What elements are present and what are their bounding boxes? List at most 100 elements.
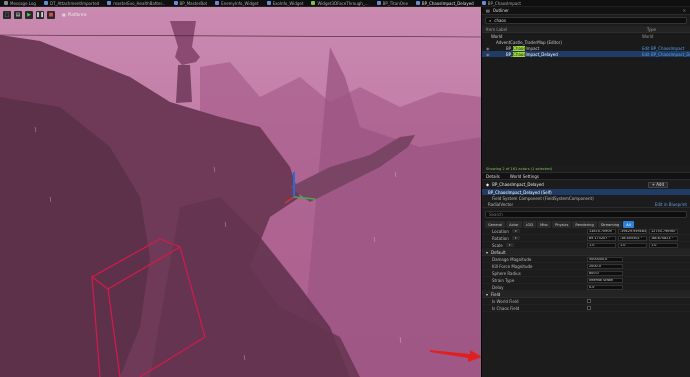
outliner-row[interactable]: ◉ BP_ChaosImpact_Delayed Edit BP_ChaosImpa… (482, 51, 690, 57)
blueprint-icon (4, 1, 8, 5)
editor-tab[interactable]: ExoInfo_Widget (263, 0, 308, 7)
outliner-row-label: BP_ChaosImpact (491, 45, 642, 51)
editor-tab[interactable]: masterExo_HealthBatter... (103, 0, 169, 7)
filter-tab-all[interactable]: All (623, 221, 634, 228)
close-icon[interactable]: ✕ (683, 8, 686, 13)
outliner-column-header: Item Label Type (482, 26, 690, 33)
filter-tab-actor[interactable]: Actor (506, 221, 522, 228)
field-section-header[interactable]: ▾ Field (482, 291, 690, 298)
editor-tab[interactable]: BP_MasterBot (170, 0, 212, 7)
filter-tab-rendering[interactable]: Rendering (572, 221, 597, 228)
property-row: Sphere Radius 800.0 (482, 270, 690, 277)
transform-row: Scale ▾ 1.0 1.0 1.0 (482, 242, 690, 249)
level-viewport[interactable]: ⬚ ▤ ▶ ❚❚ ■ ▦ Platforms (0, 7, 481, 377)
content-icon[interactable]: ▤ (14, 10, 22, 19)
editor-tab[interactable]: BP_ChaosImpact_Delayed (412, 0, 478, 7)
transform-value-field[interactable]: 89.175207 ° (587, 235, 616, 241)
editor-tab-label: ExoInfo_Widget (272, 0, 304, 6)
editor-tab[interactable]: BP_ChaosImpact (478, 0, 525, 7)
search-highlight: Chaos (513, 51, 526, 57)
edit-in-blueprint-link[interactable]: Edit in Blueprint (655, 202, 687, 207)
property-label: Delay (492, 284, 504, 290)
pause-icon[interactable]: ❚❚ (36, 10, 44, 19)
editor-tab[interactable]: Widget3DFaceThrough_... (307, 0, 372, 7)
outliner-list: World World AdventCastle_TraderMap (Editor… (482, 33, 690, 166)
actor-header: ◆ BP_ChaosImpact_Delayed + Add (482, 180, 690, 189)
blueprint-icon (43, 1, 48, 5)
outliner-row[interactable]: World World (482, 33, 690, 39)
transform-label: Location ▾ (482, 229, 587, 234)
property-value-field[interactable]: 800.0 (587, 270, 623, 276)
filter-tab-physics[interactable]: Physics (552, 221, 572, 228)
tab-world-settings[interactable]: World Settings (510, 174, 539, 179)
outliner-title: Outliner (492, 8, 509, 13)
transform-values: 13874.70909 -39429.959483 12750.790987 (587, 228, 678, 234)
outliner-row-type[interactable]: Edit BP_ChaosImpact (642, 46, 690, 51)
transform-value-field[interactable]: -38.405502 ° (618, 235, 647, 241)
actor-name: BP_ChaosImpact_Delayed (492, 182, 544, 187)
filter-tab-streaming[interactable]: Streaming (597, 221, 623, 228)
editor-tab[interactable]: BP_TitanOne (373, 0, 412, 7)
dropdown-icon[interactable]: ▾ (505, 243, 514, 247)
transform-tool-icon[interactable]: ⬚ (3, 10, 11, 19)
dropdown-icon[interactable]: ▾ (511, 229, 520, 233)
property-row: Kill Force Magnitude 2000.0 (482, 263, 690, 270)
property-row: Is World Field (482, 298, 690, 305)
editor-tab[interactable]: DT_AttachmentImported (40, 0, 103, 7)
filter-tab-lod[interactable]: LOD (522, 221, 537, 228)
transform-value-field[interactable]: -88.670823 ° (649, 235, 678, 241)
property-value-field[interactable]: 0.0 (587, 284, 623, 290)
blueprint-icon (481, 1, 486, 5)
transform-value-field[interactable]: -39429.959483 (618, 228, 647, 234)
filter-tab-misc[interactable]: Misc (537, 221, 552, 228)
details-search-input[interactable]: Search (485, 211, 687, 218)
scene-render (0, 7, 481, 377)
filter-tab-general[interactable]: General (485, 221, 506, 228)
transform-value-field[interactable]: 1.0 (587, 242, 616, 248)
transform-value-field[interactable]: 12750.790987 (649, 228, 678, 234)
platforms-button[interactable]: ▦ Platforms (62, 12, 87, 17)
transform-label-text: Location (492, 228, 509, 234)
property-value-field[interactable]: 5000000.0 (587, 256, 623, 262)
stop-icon[interactable]: ■ (47, 10, 55, 19)
property-value-field[interactable]: Internal Strain (587, 277, 623, 283)
editor-tab-bar: Message Log DT_AttachmentImported masterEx… (0, 0, 690, 7)
add-component-button[interactable]: + Add (647, 181, 668, 188)
transform-value-field[interactable]: 1.0 (618, 242, 647, 248)
outliner-search-input[interactable]: ⌕ chaos (485, 17, 687, 24)
component-radial-row[interactable]: RadialVector Edit in Blueprint (482, 201, 690, 208)
field-props: Is World Field Is Chaos Field (482, 298, 690, 312)
blueprint-icon (107, 1, 112, 5)
outliner-row-label: BP_ChaosImpact_Delayed (491, 51, 642, 57)
outliner-row[interactable]: ◉ BP_ChaosImpact Edit BP_ChaosImpact (482, 45, 690, 51)
checkbox[interactable] (587, 306, 591, 310)
actor-icon: ◆ (486, 182, 490, 187)
transform-values: 89.175207 ° -38.405502 ° -88.670823 ° (587, 235, 678, 241)
editor-tab[interactable]: EnemyInfo_Widget (211, 0, 262, 7)
property-label: Sphere Radius (492, 270, 521, 276)
property-label: Damage Magnitude (492, 256, 532, 262)
property-label: Strain Type (492, 277, 515, 283)
blueprint-icon (173, 1, 178, 5)
blueprint-icon (266, 1, 271, 5)
checkbox[interactable] (587, 299, 591, 303)
platforms-icon: ▦ (62, 12, 66, 17)
column-type[interactable]: Type (647, 27, 656, 32)
blueprint-icon (415, 1, 420, 5)
dropdown-icon[interactable]: ▾ (511, 236, 520, 240)
editor-tab[interactable]: Message Log (0, 0, 40, 7)
transform-value-field[interactable]: 13874.70909 (587, 228, 616, 234)
play-icon[interactable]: ▶ (25, 10, 33, 19)
property-label: Kill Force Magnitude (492, 263, 533, 269)
default-section-header[interactable]: ▾ Default (482, 249, 690, 256)
editor-tab-label: BP_TitanOne (382, 0, 408, 6)
transform-section: Location ▾ 13874.70909 -39429.959483 12750.7… (482, 228, 690, 249)
editor-tab-label: Widget3DFaceThrough_... (317, 0, 369, 6)
transform-value-field[interactable]: 1.0 (649, 242, 678, 248)
property-value-field[interactable]: 2000.0 (587, 263, 623, 269)
collapse-icon: ▾ (486, 249, 489, 255)
outliner-row-type[interactable]: Edit BP_ChaosImpact_Delayed (642, 52, 690, 57)
column-item-label[interactable]: Item Label (486, 27, 507, 32)
editor-tab-label: BP_ChaosImpact_Delayed (421, 0, 474, 6)
tab-details[interactable]: Details (486, 174, 500, 179)
